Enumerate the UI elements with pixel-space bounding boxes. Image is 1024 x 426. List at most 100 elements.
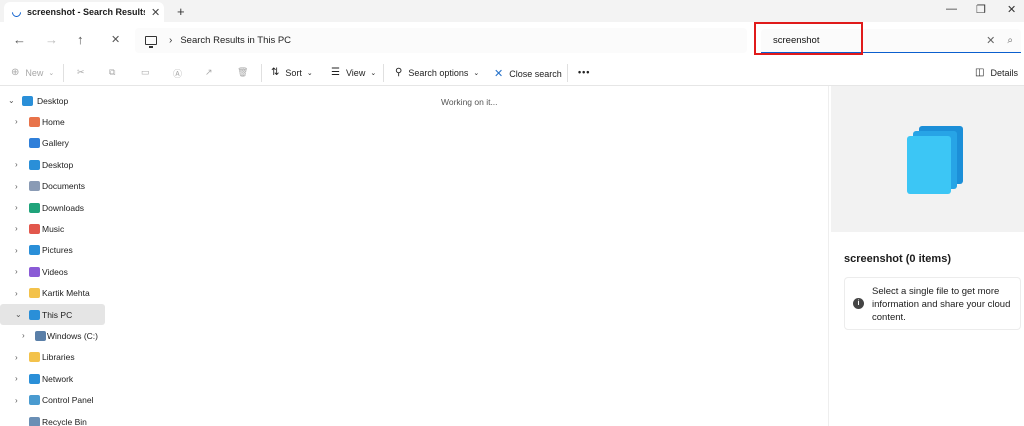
this-pc-icon	[29, 309, 40, 320]
back-button[interactable]: ←	[13, 32, 26, 47]
sidebar-item-home[interactable]: › Home	[0, 111, 105, 132]
restore-button[interactable]: ❐	[976, 3, 986, 16]
sidebar-item-label: This PC	[42, 309, 73, 320]
details-pane: screenshot (0 items) i Select a single f…	[828, 86, 1024, 426]
chevron-right-icon[interactable]: ›	[15, 374, 18, 383]
minimize-button[interactable]: —	[946, 3, 957, 15]
address-row: ← → ↑ ✕ › Search Results in This PC scre…	[0, 22, 1024, 58]
sidebar-item-gallery[interactable]: Gallery	[0, 133, 105, 154]
title-bar: screenshot - Search Results in T ✕ + — ❐…	[0, 0, 1024, 22]
chevron-right-icon[interactable]: ›	[15, 289, 18, 298]
paste-button[interactable]: ▭	[141, 67, 150, 78]
control-panel-icon	[29, 395, 40, 406]
chevron-right-icon[interactable]: ›	[15, 160, 18, 169]
search-icon[interactable]: ⌕	[1007, 35, 1013, 46]
drive-icon	[35, 330, 46, 341]
sidebar-item-this-pc[interactable]: ⌄ This PC	[0, 304, 105, 325]
delete-icon: 🗑	[237, 67, 249, 77]
details-label: Details	[990, 67, 1018, 78]
share-button[interactable]: ↗	[205, 67, 213, 78]
share-icon: ↗	[205, 67, 213, 77]
chevron-right-icon[interactable]: ›	[15, 396, 18, 405]
stop-button[interactable]: ✕	[111, 33, 120, 46]
search-highlight-box	[754, 22, 863, 55]
sidebar-item-label: Videos	[42, 266, 68, 277]
cut-button[interactable]: ✂	[77, 67, 85, 78]
cut-icon: ✂	[77, 67, 85, 77]
sidebar-item-documents[interactable]: › Documents	[0, 176, 105, 197]
sidebar-item-downloads[interactable]: › Downloads	[0, 197, 105, 218]
divider	[261, 64, 262, 82]
sort-button[interactable]: ⇅ Sort ⌄	[271, 67, 313, 78]
info-text: Select a single file to get more informa…	[872, 286, 1011, 323]
chevron-down-icon[interactable]: ⌄	[8, 96, 15, 105]
sidebar-item-music[interactable]: › Music	[0, 218, 105, 239]
sidebar-item-label: Windows (C:)	[47, 330, 99, 341]
pictures-icon	[29, 245, 40, 256]
rename-button[interactable]: Ⓐ	[173, 67, 182, 80]
sidebar-item-kartik-mehta[interactable]: › Kartik Mehta	[0, 283, 105, 304]
libraries-icon	[29, 352, 40, 363]
sort-icon: ⇅	[271, 67, 280, 78]
sidebar-item-libraries[interactable]: › Libraries	[0, 347, 105, 368]
chevron-right-icon[interactable]: ›	[15, 246, 18, 255]
chevron-right-icon[interactable]: ›	[15, 203, 18, 212]
forward-button[interactable]: →	[45, 32, 58, 47]
search-options-button[interactable]: ⚲ Search options ⌄	[395, 67, 479, 78]
status-text: Working on it...	[441, 97, 498, 107]
close-search-label: Close search	[509, 68, 562, 79]
desktop-icon	[22, 95, 33, 106]
tab-title: screenshot - Search Results in T	[27, 7, 145, 17]
sidebar-item-recycle-bin[interactable]: Recycle Bin	[0, 411, 105, 426]
view-icon: ☰	[331, 67, 340, 78]
recycle-bin-icon	[29, 416, 40, 426]
breadcrumb[interactable]: Search Results in This PC	[180, 35, 291, 46]
documents-icon	[29, 181, 40, 192]
sidebar-item-label: Music	[42, 223, 65, 234]
clear-search-icon[interactable]: ✕	[986, 34, 995, 47]
close-search-button[interactable]: ✕ Close search	[494, 67, 562, 80]
chevron-down-icon[interactable]: ⌄	[15, 310, 22, 319]
sidebar-item-desktop[interactable]: ⌄ Desktop	[0, 90, 105, 111]
rename-icon: Ⓐ	[173, 69, 183, 79]
sidebar-item-label: Control Panel	[42, 395, 94, 406]
more-options-button[interactable]: •••	[578, 67, 590, 77]
view-label: View	[345, 67, 366, 78]
sidebar-item-label: Kartik Mehta	[42, 288, 90, 299]
chevron-right-icon[interactable]: ›	[15, 182, 18, 191]
chevron-right-icon[interactable]: ›	[15, 267, 18, 276]
delete-button[interactable]: 🗑	[237, 67, 248, 78]
sidebar-item-network[interactable]: › Network	[0, 368, 105, 389]
address-bar[interactable]: › Search Results in This PC	[135, 28, 747, 53]
chevron-right-icon[interactable]: ›	[15, 117, 18, 126]
breadcrumb-chevron-icon: ›	[169, 35, 173, 46]
close-window-button[interactable]: ✕	[1007, 3, 1016, 16]
chevron-right-icon[interactable]: ›	[15, 224, 18, 233]
new-button[interactable]: ⊕ New ⌄	[11, 67, 54, 78]
chevron-down-icon: ⌄	[48, 69, 55, 77]
sidebar-item-control-panel[interactable]: › Control Panel	[0, 390, 105, 411]
copy-button[interactable]: ⧉	[109, 67, 115, 78]
chevron-right-icon[interactable]: ›	[15, 353, 18, 362]
sidebar-item-desktop[interactable]: › Desktop	[0, 154, 105, 175]
sidebar-item-label: Downloads	[42, 202, 85, 213]
details-button[interactable]: ◫ Details	[975, 67, 1018, 78]
sidebar-item-label: Recycle Bin	[42, 416, 87, 426]
sidebar-item-label: Desktop	[37, 95, 69, 106]
tab-close-icon[interactable]: ✕	[151, 6, 160, 19]
sort-label: Sort	[285, 67, 302, 78]
new-tab-button[interactable]: +	[177, 4, 185, 19]
divider	[63, 64, 64, 82]
desktop-icon	[29, 159, 40, 170]
sidebar-item-windows-c[interactable]: › Windows (C:)	[0, 325, 105, 346]
sidebar-item-label: Libraries	[42, 352, 75, 363]
sidebar-item-videos[interactable]: › Videos	[0, 261, 105, 282]
view-button[interactable]: ☰ View ⌄	[331, 67, 376, 78]
tab-search-results[interactable]: screenshot - Search Results in T ✕	[4, 2, 164, 22]
music-icon	[29, 223, 40, 234]
details-pane-icon: ◫	[975, 67, 985, 78]
downloads-icon	[29, 202, 40, 213]
chevron-right-icon[interactable]: ›	[22, 331, 25, 340]
up-button[interactable]: ↑	[77, 32, 84, 47]
sidebar-item-pictures[interactable]: › Pictures	[0, 240, 105, 261]
